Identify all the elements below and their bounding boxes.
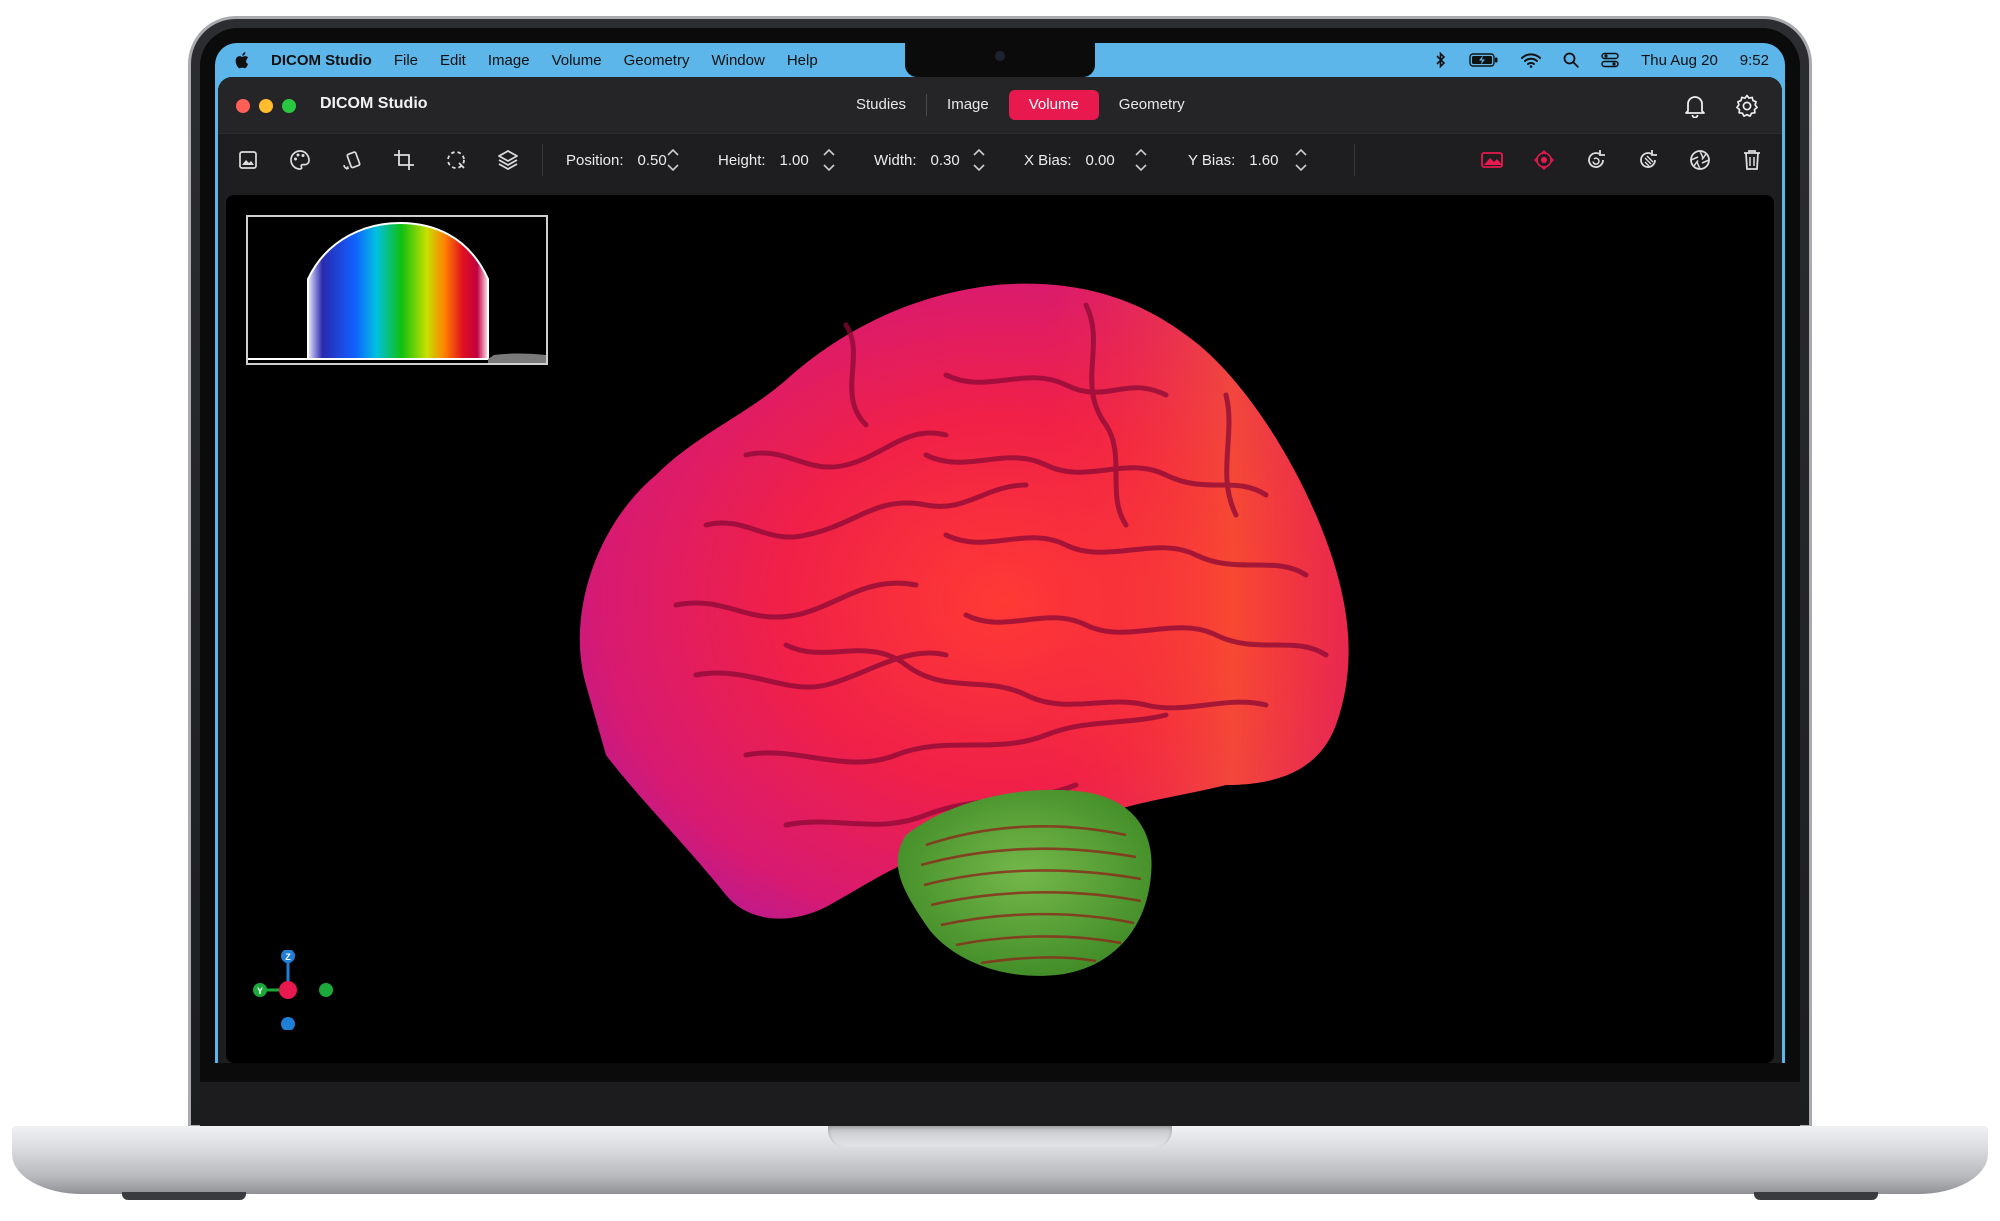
position-control: Position: 0.50: [566, 148, 667, 172]
laptop-opening-notch: [828, 1126, 1172, 1148]
landscape-icon[interactable]: [1474, 142, 1510, 178]
orientation-axes[interactable]: Z Y: [252, 950, 352, 1030]
brain-volume-render[interactable]: [226, 195, 1774, 1063]
window-title: DICOM Studio: [320, 95, 428, 112]
laptop-foot-right: [1754, 1192, 1878, 1200]
spotlight-search-icon[interactable]: [1563, 52, 1579, 68]
y-bias-stepper[interactable]: [1292, 143, 1310, 177]
position-value[interactable]: 0.50: [638, 152, 667, 169]
menu-edit[interactable]: Edit: [440, 52, 466, 69]
aperture-icon[interactable]: [1682, 142, 1718, 178]
position-label: Position:: [566, 151, 624, 169]
trash-icon[interactable]: [1734, 142, 1770, 178]
toolbar-divider: [542, 144, 543, 176]
laptop-chin: [200, 1082, 1800, 1126]
control-center-icon[interactable]: [1601, 52, 1619, 68]
x-bias-value[interactable]: 0.00: [1086, 152, 1115, 169]
title-bar: DICOM Studio Studies Image Volume Geomet…: [218, 77, 1782, 133]
y-bias-value[interactable]: 1.60: [1249, 152, 1278, 169]
toolbar: Position: 0.50 Height: 1.00 Width: 0.30 …: [218, 133, 1782, 186]
menu-volume[interactable]: Volume: [552, 52, 602, 69]
camera-notch: [905, 43, 1095, 77]
clear-rotation-icon[interactable]: [1630, 142, 1666, 178]
menu-image[interactable]: Image: [488, 52, 530, 69]
position-stepper[interactable]: [664, 143, 682, 177]
tab-image[interactable]: Image: [927, 90, 1009, 120]
settings-gear-icon[interactable]: [1730, 89, 1764, 123]
apple-menu-icon[interactable]: [235, 51, 257, 69]
lasso-select-icon[interactable]: [438, 142, 474, 178]
zoom-window-button[interactable]: [282, 99, 296, 113]
height-value[interactable]: 1.00: [780, 152, 809, 169]
width-label: Width:: [874, 151, 917, 169]
close-window-button[interactable]: [236, 99, 250, 113]
tab-studies[interactable]: Studies: [836, 90, 926, 120]
screen: DICOM Studio File Edit Image Volume Geom…: [215, 43, 1785, 1063]
reset-rotation-icon[interactable]: [1578, 142, 1614, 178]
y-axis-label: Y: [257, 986, 263, 996]
neg-y-axis-handle[interactable]: [319, 983, 333, 997]
app-window: DICOM Studio Studies Image Volume Geomet…: [218, 77, 1782, 1063]
tab-geometry[interactable]: Geometry: [1099, 90, 1205, 120]
menu-help[interactable]: Help: [787, 52, 818, 69]
notifications-bell-icon[interactable]: [1678, 89, 1712, 123]
y-bias-label: Y Bias:: [1188, 151, 1236, 169]
x-bias-stepper[interactable]: [1132, 143, 1150, 177]
laptop-foot-left: [122, 1192, 246, 1200]
toolbar-divider: [1354, 144, 1355, 176]
height-stepper[interactable]: [820, 143, 838, 177]
battery-icon[interactable]: [1469, 53, 1499, 67]
rotate-icon[interactable]: [334, 142, 370, 178]
image-icon[interactable]: [230, 142, 266, 178]
window-controls: [236, 99, 296, 113]
menu-file[interactable]: File: [394, 52, 418, 69]
recenter-icon[interactable]: [1526, 142, 1562, 178]
menu-geometry[interactable]: Geometry: [624, 52, 690, 69]
layers-icon[interactable]: [490, 142, 526, 178]
minimize-window-button[interactable]: [259, 99, 273, 113]
volume-viewport[interactable]: Z Y: [226, 195, 1774, 1063]
x-bias-control: X Bias: 0.00: [1024, 148, 1115, 172]
menu-app-name[interactable]: DICOM Studio: [271, 52, 372, 69]
z-axis-label: Z: [285, 952, 291, 962]
view-tabs: Studies Image Volume Geometry: [836, 90, 1205, 120]
bluetooth-icon[interactable]: [1435, 51, 1447, 69]
palette-icon[interactable]: [282, 142, 318, 178]
width-control: Width: 0.30: [874, 148, 960, 172]
y-bias-control: Y Bias: 1.60: [1188, 148, 1278, 172]
camera-icon: [995, 51, 1005, 61]
menu-window[interactable]: Window: [711, 52, 764, 69]
height-label: Height:: [718, 151, 766, 169]
menu-date[interactable]: Thu Aug 20: [1641, 52, 1718, 69]
width-value[interactable]: 0.30: [931, 152, 960, 169]
wifi-icon[interactable]: [1521, 52, 1542, 68]
x-bias-label: X Bias:: [1024, 151, 1072, 169]
width-stepper[interactable]: [970, 143, 988, 177]
menu-time[interactable]: 9:52: [1740, 52, 1769, 69]
neg-z-axis-handle[interactable]: [281, 1017, 295, 1030]
x-axis-handle[interactable]: [279, 981, 297, 999]
crop-icon[interactable]: [386, 142, 422, 178]
tab-volume[interactable]: Volume: [1008, 90, 1099, 120]
height-control: Height: 1.00: [718, 148, 809, 172]
